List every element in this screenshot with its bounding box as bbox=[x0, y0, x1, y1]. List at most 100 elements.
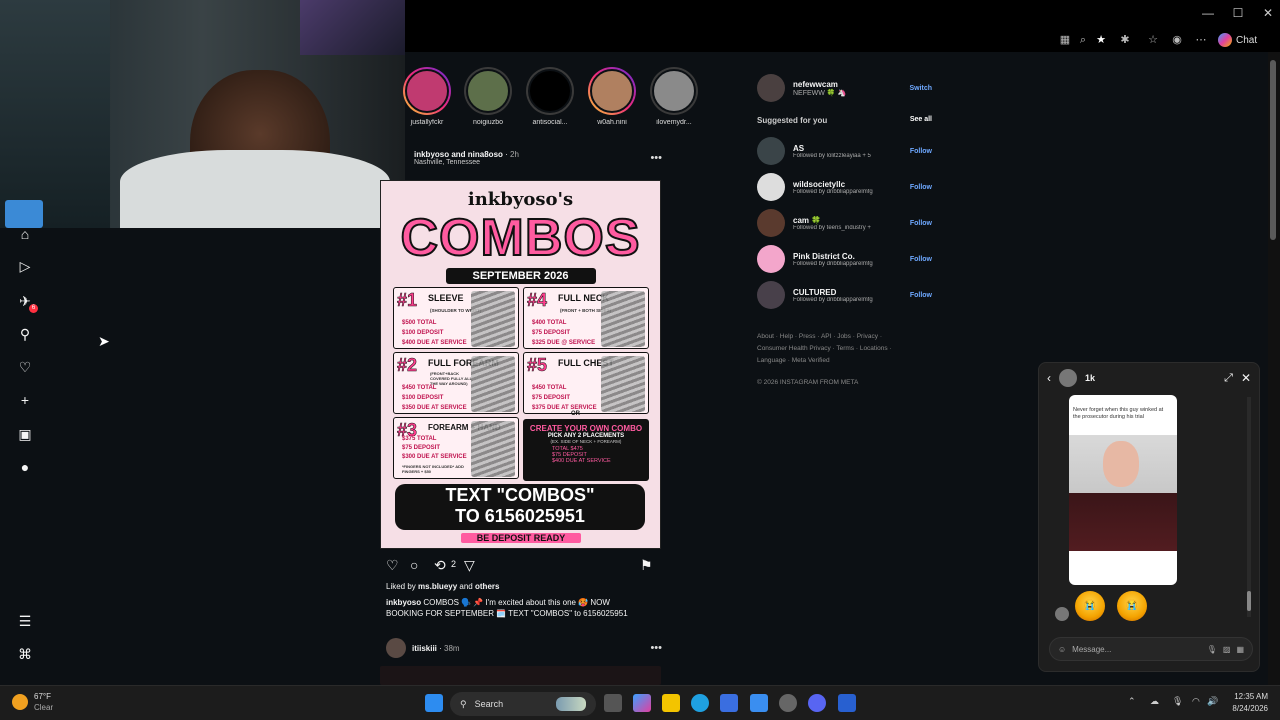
caption-user[interactable]: inkbyoso bbox=[386, 598, 421, 607]
chevron-left-icon[interactable]: ‹ bbox=[1047, 371, 1051, 385]
avatar[interactable] bbox=[757, 281, 785, 309]
story-item[interactable]: noigiuzbo bbox=[463, 67, 513, 126]
liked-by-others[interactable]: others bbox=[475, 582, 499, 591]
avatar[interactable] bbox=[757, 74, 785, 102]
favorites-icon[interactable]: ☆ bbox=[1146, 33, 1160, 47]
follow-button[interactable]: Follow bbox=[910, 256, 932, 263]
zoom-icon[interactable]: ⌕ bbox=[1076, 33, 1090, 47]
repost-icon[interactable]: ⟲ bbox=[434, 557, 446, 574]
wifi-icon[interactable]: ◠ bbox=[1192, 696, 1200, 707]
chat-scrollbar-thumb[interactable] bbox=[1247, 591, 1251, 611]
app-icon[interactable] bbox=[838, 694, 856, 712]
chat-scrollbar[interactable] bbox=[1247, 397, 1251, 617]
like-icon[interactable]: ♡ bbox=[386, 557, 399, 574]
follow-button[interactable]: Follow bbox=[910, 220, 932, 227]
copilot-app-icon[interactable] bbox=[633, 694, 651, 712]
mail-icon[interactable] bbox=[750, 694, 768, 712]
profile-icon[interactable]: ◉ bbox=[1170, 33, 1184, 47]
follow-button[interactable]: Follow bbox=[910, 292, 932, 299]
footer-links-line3[interactable]: Language · Meta Verified bbox=[757, 355, 917, 367]
story-item[interactable]: w0ah.nini bbox=[587, 67, 637, 126]
edge-icon[interactable] bbox=[691, 694, 709, 712]
image-icon[interactable]: ▨ bbox=[1223, 645, 1231, 654]
suggested-name[interactable]: cam 🍀 bbox=[793, 216, 906, 225]
account-username[interactable]: nefewwcam bbox=[793, 80, 905, 89]
file-explorer-icon[interactable] bbox=[662, 694, 680, 712]
post-location[interactable]: Nashville, Tennessee bbox=[414, 159, 644, 166]
reels-icon[interactable]: ▷ bbox=[16, 257, 34, 275]
profile-icon[interactable]: ● bbox=[16, 458, 34, 476]
task-view-icon[interactable] bbox=[604, 694, 622, 712]
follow-button[interactable]: Follow bbox=[910, 184, 932, 191]
suggested-name[interactable]: CULTURED bbox=[793, 288, 906, 297]
avatar[interactable] bbox=[757, 209, 785, 237]
volume-icon[interactable]: 🔊 bbox=[1207, 696, 1218, 707]
close-icon[interactable]: ✕ bbox=[1241, 371, 1251, 385]
avatar[interactable] bbox=[1059, 369, 1077, 387]
microphone-tray-icon[interactable]: 🎙 bbox=[1172, 696, 1183, 707]
see-all-link[interactable]: See all bbox=[910, 116, 932, 125]
crying-emoji-icon[interactable]: 😭 bbox=[1117, 591, 1147, 621]
meta-icon[interactable]: ⌘ bbox=[16, 645, 34, 663]
footer-links-line1[interactable]: About · Help · Press · API · Jobs · Priv… bbox=[757, 331, 917, 343]
clock-date[interactable]: 8/24/2026 bbox=[1228, 704, 1268, 713]
avatar[interactable] bbox=[386, 638, 406, 658]
copilot-chat-button[interactable]: Chat bbox=[1218, 31, 1257, 49]
follow-button[interactable]: Follow bbox=[910, 148, 932, 155]
chevron-up-icon[interactable]: ⌃ bbox=[1128, 696, 1136, 707]
store-icon[interactable] bbox=[720, 694, 738, 712]
settings-icon[interactable] bbox=[779, 694, 797, 712]
footer-links-line2[interactable]: Consumer Health Privacy · Terms · Locati… bbox=[757, 343, 917, 355]
start-icon[interactable] bbox=[425, 694, 443, 712]
message-input[interactable]: Message... bbox=[1072, 645, 1201, 654]
weather-icon[interactable] bbox=[12, 694, 28, 710]
story-item[interactable]: ilovemydr... bbox=[649, 67, 699, 126]
create-icon[interactable]: + bbox=[16, 391, 34, 409]
switch-account-link[interactable]: Switch bbox=[909, 85, 932, 92]
chat-name[interactable]: 1k bbox=[1085, 373, 1095, 383]
scrollbar-thumb[interactable] bbox=[1270, 60, 1276, 240]
search-icon[interactable]: ⚲ bbox=[16, 325, 34, 343]
microphone-icon[interactable]: 🎙 bbox=[1207, 645, 1217, 654]
taskbar-search[interactable]: ⚲ Search bbox=[450, 692, 596, 716]
avatar[interactable] bbox=[757, 137, 785, 165]
liked-by-user[interactable]: ms.blueyy bbox=[418, 582, 457, 591]
post-image[interactable]: inkbyoso's COMBOS SEPTEMBER 2026 #1 SLEE… bbox=[380, 180, 661, 549]
next-post-user[interactable]: itiiskiii bbox=[412, 644, 437, 653]
avatar[interactable] bbox=[757, 173, 785, 201]
shared-media[interactable]: Never forget when this guy winked at the… bbox=[1069, 395, 1177, 585]
crying-emoji-icon[interactable]: 😭 bbox=[1075, 591, 1105, 621]
suggested-name[interactable]: wildsocietyllc bbox=[793, 180, 906, 189]
emoji-icon[interactable]: ☺ bbox=[1058, 645, 1066, 654]
notifications-icon[interactable]: ♡ bbox=[16, 358, 34, 376]
clock-time[interactable]: 12:35 AM bbox=[1228, 692, 1268, 701]
suggested-name[interactable]: AS bbox=[793, 144, 906, 153]
minimize-button[interactable]: — bbox=[1200, 6, 1216, 20]
messages-icon[interactable]: ✈ 6 bbox=[16, 292, 38, 313]
close-window-button[interactable]: ✕ bbox=[1260, 6, 1276, 20]
expand-icon[interactable]: ⤢ bbox=[1224, 372, 1233, 385]
story-item[interactable]: antisocial... bbox=[525, 67, 575, 126]
dashboard-icon[interactable]: ▣ bbox=[16, 425, 34, 443]
save-icon[interactable]: ⚑ bbox=[640, 557, 653, 574]
share-icon[interactable]: ▽ bbox=[464, 557, 475, 574]
next-post-image[interactable] bbox=[380, 666, 661, 685]
story-item[interactable]: justallyfckr bbox=[402, 67, 452, 126]
more-icon[interactable]: ⋯ bbox=[1194, 33, 1208, 47]
discord-icon[interactable] bbox=[808, 694, 826, 712]
post-authors[interactable]: inkbyoso and nina8oso bbox=[414, 150, 503, 159]
next-post-more-icon[interactable]: ••• bbox=[650, 642, 662, 654]
suggested-name[interactable]: Pink District Co. bbox=[793, 252, 906, 261]
sticker-icon[interactable]: ▦ bbox=[1236, 645, 1244, 654]
grid-icon[interactable]: ▦ bbox=[1058, 33, 1072, 47]
comment-icon[interactable]: ○ bbox=[410, 557, 418, 573]
extension-icon[interactable]: ✱ bbox=[1118, 33, 1132, 47]
home-icon[interactable]: ⌂ bbox=[16, 225, 34, 243]
network-tray-icon[interactable]: ☁ bbox=[1150, 696, 1159, 707]
avatar[interactable] bbox=[757, 245, 785, 273]
maximize-button[interactable]: ☐ bbox=[1230, 6, 1246, 20]
menu-icon[interactable]: ☰ bbox=[16, 612, 34, 630]
weather-temp[interactable]: 67°F bbox=[34, 692, 51, 701]
post-more-icon[interactable]: ••• bbox=[650, 152, 662, 164]
star-icon[interactable]: ★ bbox=[1094, 33, 1108, 47]
